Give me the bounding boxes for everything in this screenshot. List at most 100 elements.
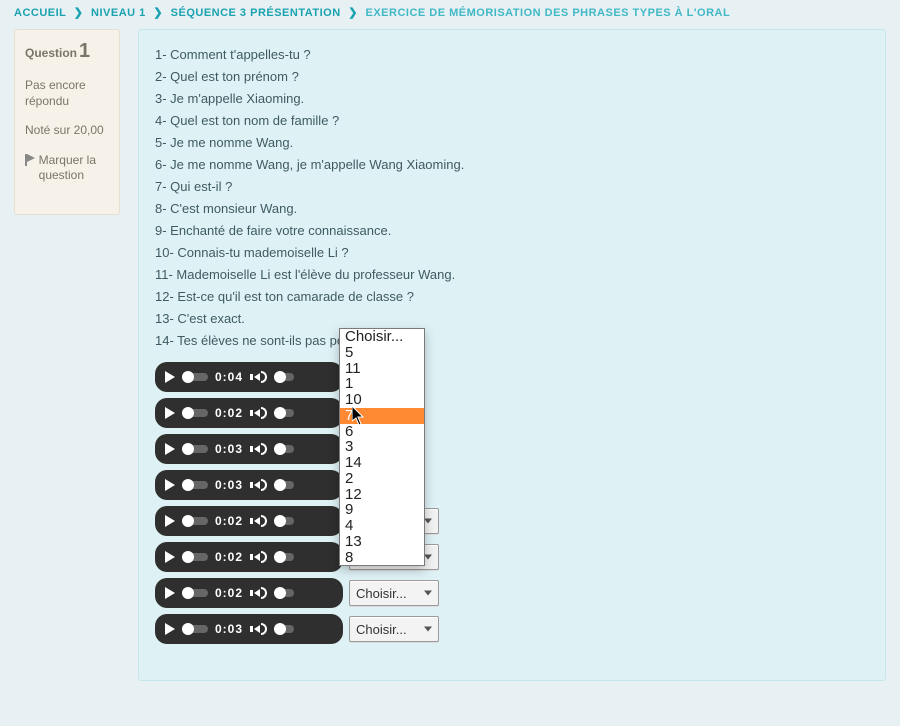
sentence-item: 3- Je m'appelle Xiaoming.	[155, 91, 869, 106]
progress-slider[interactable]	[182, 553, 208, 561]
flag-question-button[interactable]: Marquer la question	[25, 153, 109, 184]
time-display: 0:02	[215, 586, 243, 600]
play-icon[interactable]	[165, 587, 175, 599]
audio-row: 0:03	[155, 470, 869, 500]
play-icon[interactable]	[165, 479, 175, 491]
dropdown-option[interactable]: 2	[340, 471, 424, 487]
breadcrumb-sequence[interactable]: SÉQUENCE 3 PRÉSENTATION	[171, 7, 341, 19]
dropdown-option[interactable]: 6	[340, 424, 424, 440]
dropdown-option[interactable]: 5	[340, 345, 424, 361]
sentence-item: 10- Connais-tu mademoiselle Li ?	[155, 245, 869, 260]
audio-player[interactable]: 0:02	[155, 578, 343, 608]
dropdown-option[interactable]: 10	[340, 392, 424, 408]
play-icon[interactable]	[165, 407, 175, 419]
dropdown-option[interactable]: 11	[340, 361, 424, 377]
sentence-item: 11- Mademoiselle Li est l'élève du profe…	[155, 267, 869, 282]
dropdown-option[interactable]: Choisir...	[340, 329, 424, 345]
audio-row: 0:03 Choisir...	[155, 614, 869, 644]
dropdown-option[interactable]: 9	[340, 502, 424, 518]
audio-player[interactable]: 0:03	[155, 470, 343, 500]
chevron-down-icon	[424, 627, 432, 632]
breadcrumb-level[interactable]: NIVEAU 1	[91, 7, 146, 19]
sentence-item: 9- Enchanté de faire votre connaissance.	[155, 223, 869, 238]
dropdown-option[interactable]: 3	[340, 439, 424, 455]
volume-slider[interactable]	[274, 409, 294, 417]
dropdown-option[interactable]: 13	[340, 534, 424, 550]
volume-slider[interactable]	[274, 589, 294, 597]
breadcrumb: ACCUEIL ❯ NIVEAU 1 ❯ SÉQUENCE 3 PRÉSENTA…	[0, 0, 900, 29]
breadcrumb-home[interactable]: ACCUEIL	[14, 7, 66, 19]
audio-row: 0:02Choisir...	[155, 542, 869, 572]
audio-row: 0:02Choisir...	[155, 506, 869, 536]
chevron-down-icon	[424, 519, 432, 524]
audio-player[interactable]: 0:04	[155, 362, 343, 392]
volume-slider[interactable]	[274, 625, 294, 633]
breadcrumb-current: EXERCICE DE MÉMORISATION DES PHRASES TYP…	[366, 7, 731, 19]
audio-player[interactable]: 0:03	[155, 434, 343, 464]
dropdown-option[interactable]: 12	[340, 487, 424, 503]
volume-slider[interactable]	[274, 553, 294, 561]
dropdown-option[interactable]: 14	[340, 455, 424, 471]
dropdown-option[interactable]: 1	[340, 376, 424, 392]
chevron-right-icon: ❯	[74, 6, 84, 19]
audio-player[interactable]: 0:02	[155, 506, 343, 536]
chevron-down-icon	[424, 591, 432, 596]
audio-player[interactable]: 0:03	[155, 614, 343, 644]
play-icon[interactable]	[165, 443, 175, 455]
progress-slider[interactable]	[182, 625, 208, 633]
volume-icon[interactable]	[250, 407, 267, 419]
volume-icon[interactable]	[250, 587, 267, 599]
answer-select[interactable]: Choisir...	[349, 580, 439, 606]
dropdown-option[interactable]: 8	[340, 550, 424, 566]
play-icon[interactable]	[165, 515, 175, 527]
time-display: 0:02	[215, 406, 243, 420]
sentence-item: 14- Tes élèves ne sont-ils pas polis ?	[155, 333, 869, 348]
progress-slider[interactable]	[182, 481, 208, 489]
time-display: 0:04	[215, 370, 243, 384]
volume-slider[interactable]	[274, 445, 294, 453]
sentence-item: 13- C'est exact.	[155, 311, 869, 326]
sentence-item: 8- C'est monsieur Wang.	[155, 201, 869, 216]
audio-player[interactable]: 0:02	[155, 542, 343, 572]
progress-slider[interactable]	[182, 589, 208, 597]
chevron-right-icon: ❯	[153, 6, 163, 19]
select-value: Choisir...	[356, 586, 407, 601]
audio-player[interactable]: 0:02	[155, 398, 343, 428]
exercise-panel: 1- Comment t'appelles-tu ? 2- Quel est t…	[138, 29, 886, 681]
select-value: Choisir...	[356, 622, 407, 637]
volume-icon[interactable]	[250, 371, 267, 383]
dropdown-option[interactable]: 7	[340, 408, 424, 424]
volume-icon[interactable]	[250, 479, 267, 491]
volume-icon[interactable]	[250, 515, 267, 527]
volume-slider[interactable]	[274, 373, 294, 381]
sentence-item: 5- Je me nomme Wang.	[155, 135, 869, 150]
volume-icon[interactable]	[250, 551, 267, 563]
question-score: Noté sur 20,00	[25, 123, 109, 139]
volume-slider[interactable]	[274, 481, 294, 489]
question-number: 1	[79, 40, 90, 62]
play-icon[interactable]	[165, 371, 175, 383]
chevron-down-icon	[424, 555, 432, 560]
progress-slider[interactable]	[182, 445, 208, 453]
answer-dropdown-open[interactable]: Choisir...5111107631421294138	[339, 328, 425, 566]
progress-slider[interactable]	[182, 409, 208, 417]
volume-slider[interactable]	[274, 517, 294, 525]
sentence-item: 7- Qui est-il ?	[155, 179, 869, 194]
volume-icon[interactable]	[250, 623, 267, 635]
dropdown-option[interactable]: 4	[340, 518, 424, 534]
chevron-right-icon: ❯	[348, 6, 358, 19]
time-display: 0:03	[215, 622, 243, 636]
volume-icon[interactable]	[250, 443, 267, 455]
progress-slider[interactable]	[182, 517, 208, 525]
play-icon[interactable]	[165, 551, 175, 563]
flag-icon	[25, 154, 34, 166]
sentence-item: 4- Quel est ton nom de famille ?	[155, 113, 869, 128]
time-display: 0:02	[215, 550, 243, 564]
question-status: Pas encore répondu	[25, 78, 109, 109]
answer-select[interactable]: Choisir...	[349, 616, 439, 642]
flag-question-label: Marquer la question	[39, 153, 109, 184]
play-icon[interactable]	[165, 623, 175, 635]
progress-slider[interactable]	[182, 373, 208, 381]
sentence-item: 1- Comment t'appelles-tu ?	[155, 47, 869, 62]
sentence-item: 2- Quel est ton prénom ?	[155, 69, 869, 84]
